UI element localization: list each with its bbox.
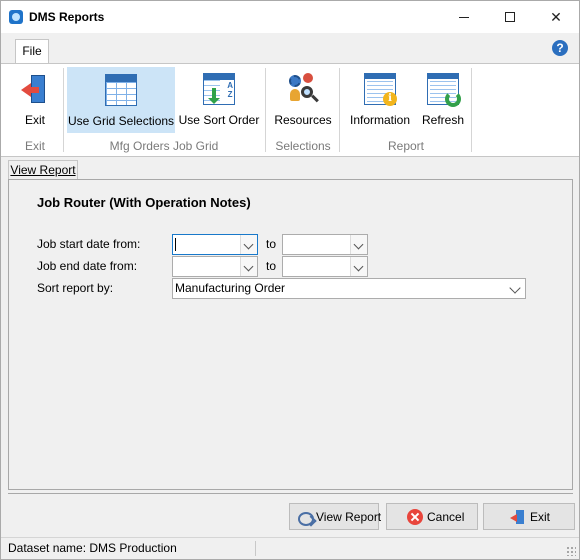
title-bar: DMS Reports ✕ [1, 1, 579, 33]
cancel-icon [407, 509, 423, 525]
window-title: DMS Reports [29, 10, 105, 24]
sort-report-by-value: Manufacturing Order [175, 281, 286, 295]
chevron-down-icon[interactable] [350, 257, 367, 276]
job-start-date-to-input[interactable] [282, 234, 368, 255]
use-grid-selections-button[interactable]: Use Grid Selections [67, 67, 175, 133]
use-grid-selections-label: Use Grid Selections [68, 114, 175, 128]
minimize-icon [459, 16, 469, 18]
job-end-date-from-input[interactable] [172, 256, 258, 277]
refresh-icon [427, 73, 461, 107]
view-report-label: View Report [316, 510, 382, 524]
information-label: Information [349, 113, 411, 127]
chevron-down-icon [509, 282, 521, 294]
information-button[interactable]: i Information [345, 67, 415, 133]
ribbon-separator [265, 68, 266, 152]
content-area: View Report Job Router (With Operation N… [1, 157, 579, 537]
resources-label: Resources [274, 113, 332, 127]
chevron-down-icon[interactable] [240, 257, 257, 276]
exit-button[interactable]: Exit [483, 503, 575, 530]
report-parameters-panel: Job Router (With Operation Notes) Job st… [8, 179, 573, 490]
job-start-date-label: Job start date from: [37, 237, 141, 251]
resize-grip-icon[interactable] [566, 546, 576, 556]
ribbon-exit-label: Exit [24, 113, 45, 127]
minimize-button[interactable] [441, 1, 487, 33]
ribbon-exit-button[interactable]: Exit [11, 67, 59, 133]
exit-label: Exit [530, 510, 551, 524]
refresh-button[interactable]: Refresh [419, 67, 467, 133]
exit-icon [510, 509, 526, 525]
sort-order-icon: AZ [203, 73, 235, 105]
group-label-selections: Selections [275, 139, 331, 153]
grid-icon [105, 74, 137, 106]
tab-view-report-label: View Report [10, 163, 76, 177]
cancel-label: Cancel [427, 510, 465, 524]
view-report-button[interactable]: View Report [289, 503, 382, 530]
sort-report-by-select[interactable]: Manufacturing Order [172, 278, 526, 299]
exit-door-icon [19, 73, 51, 105]
app-icon [9, 10, 23, 24]
text-caret [175, 238, 176, 251]
end-to-label: to [266, 259, 277, 273]
close-button[interactable]: ✕ [533, 1, 579, 33]
group-label-mfg-orders: Mfg Orders Job Grid [109, 139, 219, 153]
chevron-down-icon[interactable] [240, 235, 257, 254]
chevron-down-icon[interactable] [350, 235, 367, 254]
job-end-date-label: Job end date from: [37, 259, 138, 273]
status-separator [255, 541, 256, 556]
dataset-name-status: Dataset name: DMS Production [8, 541, 177, 555]
status-bar: Dataset name: DMS Production [1, 537, 579, 559]
resources-icon [287, 73, 319, 105]
ribbon-separator [471, 68, 472, 152]
ribbon-separator [63, 68, 64, 152]
maximize-button[interactable] [487, 1, 533, 33]
ribbon-tab-strip: File ? [1, 33, 579, 64]
ribbon: Exit Exit Use Grid Selections AZ Use Sor… [1, 63, 579, 157]
sort-report-by-label: Sort report by: [37, 281, 114, 295]
tab-view-report[interactable]: View Report [8, 160, 78, 180]
information-icon: i [364, 73, 397, 106]
help-icon[interactable]: ? [552, 40, 568, 56]
ribbon-separator [339, 68, 340, 152]
tab-file[interactable]: File [15, 39, 49, 64]
use-sort-order-button[interactable]: AZ Use Sort Order [177, 67, 261, 133]
cancel-button[interactable]: Cancel [386, 503, 478, 530]
divider [8, 493, 573, 494]
job-start-date-from-input[interactable] [172, 234, 258, 255]
report-title: Job Router (With Operation Notes) [37, 195, 251, 210]
use-sort-order-label: Use Sort Order [178, 113, 260, 127]
job-end-date-to-input[interactable] [282, 256, 368, 277]
maximize-icon [505, 12, 515, 22]
start-to-label: to [266, 237, 277, 251]
dms-reports-window: DMS Reports ✕ File ? Exit Exit Use Grid … [0, 0, 580, 560]
resources-button[interactable]: Resources [271, 67, 335, 133]
close-icon: ✕ [550, 8, 562, 25]
refresh-label: Refresh [421, 113, 465, 127]
group-label-exit: Exit [24, 139, 45, 153]
view-report-icon [298, 509, 314, 526]
group-label-report: Report [387, 139, 425, 153]
